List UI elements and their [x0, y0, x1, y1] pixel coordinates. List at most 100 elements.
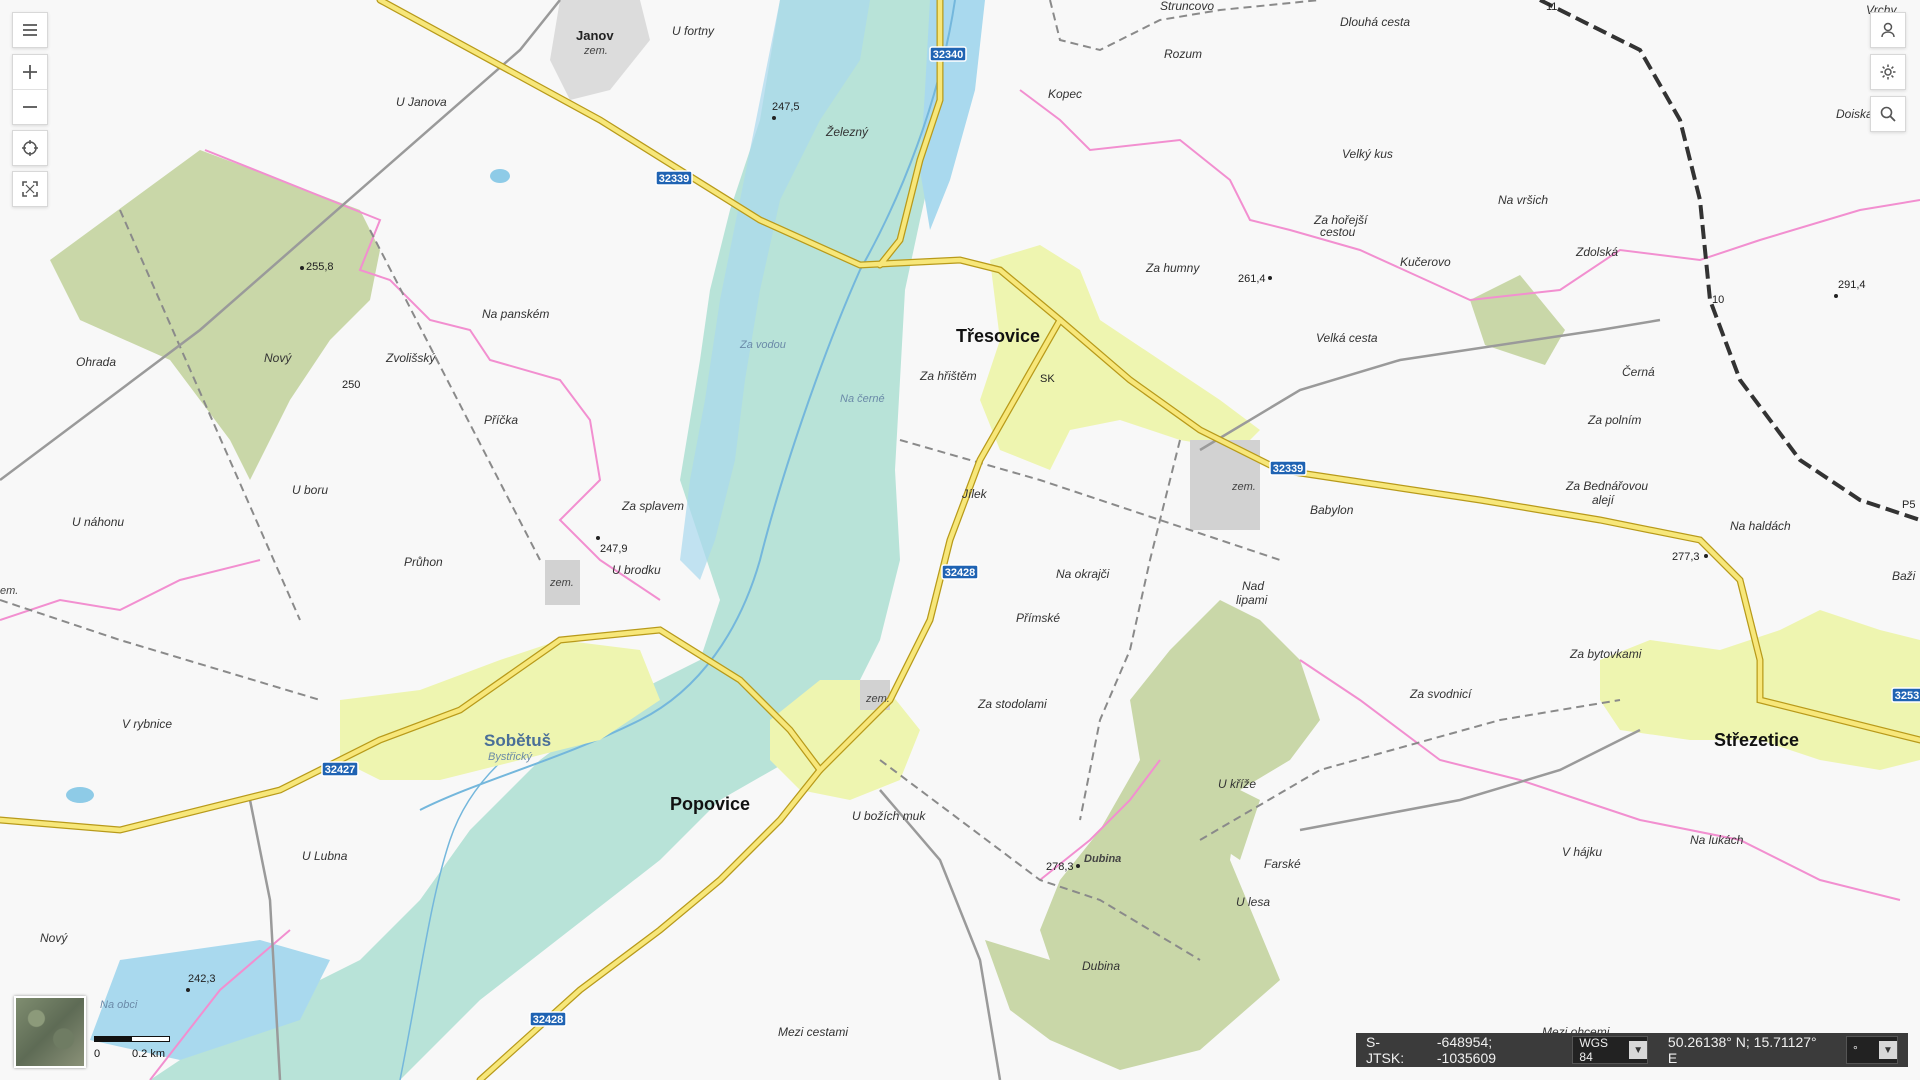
- elevation-point: 291,4: [1838, 279, 1866, 291]
- place-label: Dubina: [1082, 959, 1120, 973]
- format-select-value: °: [1853, 1043, 1858, 1057]
- place-label: U Janova: [396, 95, 447, 109]
- search-icon[interactable]: [1871, 97, 1905, 131]
- place-label: U boru: [292, 483, 328, 497]
- place-label: Za bytovkami: [1569, 647, 1642, 661]
- scale-bar: 0 0.2 km: [94, 1030, 174, 1070]
- road-shield-32428: 32428: [529, 1011, 567, 1027]
- place-label: U fortny: [672, 24, 715, 38]
- contour-label: 250: [342, 379, 360, 391]
- locate-icon[interactable]: [13, 131, 47, 165]
- place-label: Na panském: [482, 307, 549, 321]
- town-label-sobetus[interactable]: Sobětuš: [484, 731, 551, 750]
- place-label: alejí: [1592, 493, 1616, 507]
- place-label: Na lukách: [1690, 833, 1744, 847]
- road-shield-32428: 32428: [941, 564, 979, 580]
- svg-text:32339: 32339: [1273, 463, 1304, 475]
- scale-start-label: 0: [94, 1048, 101, 1060]
- place-label: Baži: [1892, 569, 1916, 583]
- fullscreen-control: [12, 171, 48, 207]
- place-label: Velká cesta: [1316, 331, 1378, 345]
- gear-icon[interactable]: [1871, 55, 1905, 89]
- road-shield-3253: 3253: [1891, 687, 1920, 703]
- place-label: U brodku: [612, 563, 661, 577]
- place-label: Za splavem: [621, 499, 684, 513]
- svg-text:32340: 32340: [933, 49, 964, 61]
- town-label-dubina[interactable]: Dubina: [1084, 853, 1121, 865]
- place-label: Bystřický: [488, 751, 534, 763]
- minus-icon[interactable]: [13, 89, 47, 124]
- elevation-point: 278,3: [1046, 861, 1074, 873]
- place-label: zem.: [549, 577, 574, 589]
- place-label: Na haldách: [1730, 519, 1791, 533]
- place-label: Dlouhá cesta: [1340, 15, 1410, 29]
- place-label: Babylon: [1310, 503, 1354, 517]
- road-shield-32339: 32339: [1269, 460, 1307, 476]
- place-label: Velký kus: [1342, 147, 1393, 161]
- minimap-thumbnail[interactable]: [14, 996, 86, 1068]
- road-shield-32427: 32427: [321, 761, 359, 777]
- place-label: Za svodnicí: [1409, 687, 1473, 701]
- place-label: Jílek: [961, 487, 988, 501]
- place-label: Na černé: [840, 393, 885, 405]
- sk-marker: SK: [1040, 373, 1055, 385]
- place-label: V hájku: [1562, 845, 1602, 859]
- place-label: Nový: [264, 351, 292, 365]
- fullscreen-icon[interactable]: [13, 172, 47, 206]
- user-control: [1870, 12, 1906, 48]
- place-label: Příčka: [484, 413, 518, 427]
- place-label: Zvolišský: [385, 351, 436, 365]
- place-label: Zdolská: [1575, 245, 1618, 259]
- place-label: Za stodolami: [977, 697, 1047, 711]
- rail-marker: P5: [1902, 499, 1915, 511]
- place-label: Na okrajči: [1056, 567, 1110, 581]
- chevron-down-icon[interactable]: ▼: [1879, 1041, 1897, 1059]
- place-label: Nový: [40, 931, 68, 945]
- coord-system-value: -648954; -1035609: [1436, 1034, 1497, 1066]
- place-label: lipami: [1236, 593, 1268, 607]
- place-label: Přímské: [1016, 611, 1060, 625]
- town-label-strezetice[interactable]: Střezetice: [1714, 730, 1799, 750]
- plus-icon[interactable]: [13, 55, 47, 89]
- place-label: Doiska: [1836, 107, 1873, 121]
- elevation-point: 255,8: [306, 261, 334, 273]
- place-label: U Lubna: [302, 849, 348, 863]
- svg-text:32428: 32428: [533, 1014, 564, 1026]
- scale-end-label: 0.2 km: [132, 1048, 166, 1060]
- pond: [490, 169, 510, 183]
- elevation-point: 261,4: [1238, 273, 1266, 285]
- settings-control: [1870, 54, 1906, 90]
- place-label: Rozum: [1164, 47, 1202, 61]
- coord-system-label: S-JTSK:: [1366, 1034, 1405, 1066]
- place-label: Na vršich: [1498, 193, 1548, 207]
- elevation-point: 277,3: [1672, 551, 1700, 563]
- datum-select-value: WGS 84: [1579, 1036, 1609, 1064]
- pond: [66, 787, 94, 803]
- place-label: Nad: [1242, 579, 1264, 593]
- place-label: Průhon: [404, 555, 443, 569]
- format-select[interactable]: ° ▼: [1836, 1033, 1908, 1067]
- place-label: Za hřištěm: [919, 369, 977, 383]
- chevron-down-icon[interactable]: ▼: [1629, 1041, 1647, 1059]
- menu-control: [12, 12, 48, 48]
- locate-control: [12, 130, 48, 166]
- place-label: zem.: [583, 45, 608, 57]
- town-label-janov[interactable]: Janov: [576, 28, 614, 43]
- place-label: Mezi cestami: [778, 1025, 848, 1039]
- place-label: cestou: [1320, 225, 1356, 239]
- elevation-point: 242,3: [188, 973, 216, 985]
- town-label-popovice[interactable]: Popovice: [670, 794, 750, 814]
- user-icon[interactable]: [1871, 13, 1905, 47]
- place-label: em.: [0, 585, 18, 597]
- map-canvas[interactable]: 32340 32339 32339 32428 32428 32427 3253…: [0, 0, 1920, 1080]
- place-label: Černá: [1622, 364, 1655, 379]
- rail-marker: 11: [1546, 1, 1557, 13]
- place-label: Struncovo: [1160, 0, 1214, 13]
- svg-text:32428: 32428: [945, 567, 976, 579]
- latlon-value: 50.26138° N; 15.71127° E: [1667, 1034, 1817, 1066]
- elevation-point: 247,5: [772, 101, 800, 113]
- datum-select[interactable]: WGS 84 ▼: [1562, 1033, 1658, 1067]
- coordinate-bar: S-JTSK: -648954; -1035609 WGS 84 ▼ 50.261…: [1356, 1033, 1908, 1067]
- town-label-tresovice[interactable]: Třesovice: [956, 326, 1040, 346]
- menu-icon[interactable]: [13, 13, 47, 47]
